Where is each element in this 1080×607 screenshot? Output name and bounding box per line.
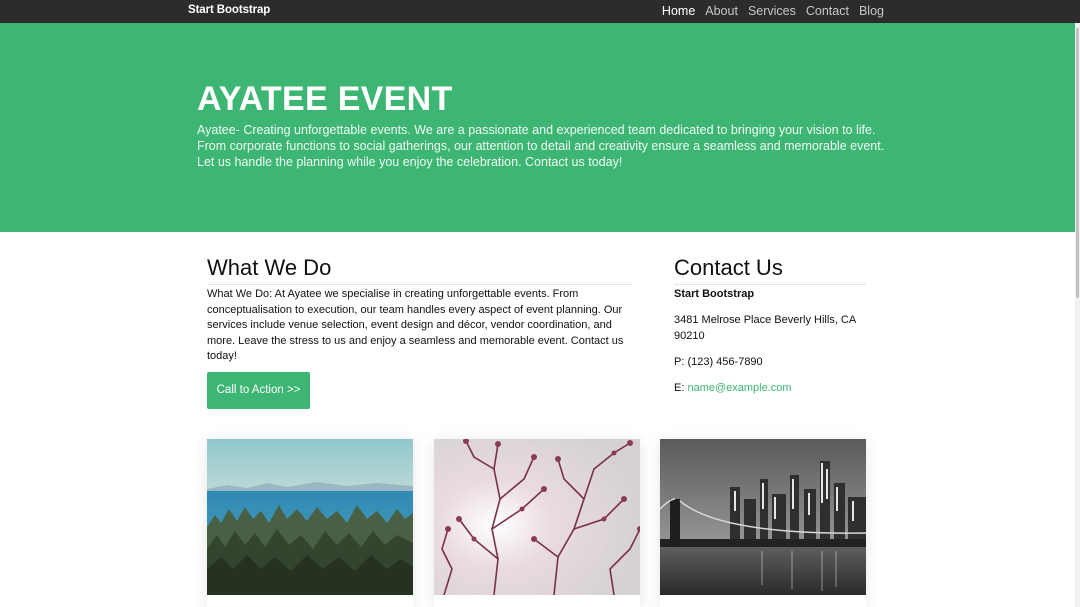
city-bridge-night-photo: [660, 439, 866, 595]
hero-description: Ayatee- Creating unforgettable events. W…: [197, 123, 885, 169]
pink-branches-photo: [434, 439, 640, 596]
nav-link-blog[interactable]: Blog: [859, 4, 884, 19]
navbar-brand[interactable]: Start Bootstrap: [188, 4, 270, 16]
nav-link-contact[interactable]: Contact: [806, 4, 849, 19]
contact-company-name: Start Bootstrap: [674, 288, 755, 300]
contact-phone: P: (123) 456-7890: [674, 356, 763, 369]
hero-banner: AYATEE EVENT Ayatee- Creating unforgetta…: [0, 23, 1075, 232]
contact-email-link[interactable]: name@example.com: [687, 382, 791, 394]
what-we-do-section: What We Do What We Do: At Ayatee we spec…: [207, 255, 632, 365]
contact-email-row: E: name@example.com: [674, 381, 866, 396]
nav-link-services[interactable]: Services: [748, 4, 796, 19]
navbar: Start Bootstrap Home About Services Cont…: [0, 0, 1080, 23]
hero-title: AYATEE EVENT: [197, 80, 453, 118]
card-branches[interactable]: [434, 439, 640, 607]
contact-heading: Contact Us: [674, 255, 866, 285]
forest-lake-photo: [207, 439, 413, 595]
card-forest[interactable]: [207, 439, 413, 607]
contact-email-prefix: E:: [674, 382, 685, 395]
contact-address: 3481 Melrose Place Beverly Hills, CA 902…: [674, 314, 856, 342]
card-city[interactable]: [660, 439, 866, 607]
what-we-do-text: What We Do: At Ayatee we specialise in c…: [207, 288, 624, 363]
call-to-action-button[interactable]: Call to Action >>: [207, 372, 310, 409]
contact-section: Contact Us Start Bootstrap 3481 Melrose …: [674, 255, 866, 396]
nav-link-about[interactable]: About: [705, 4, 738, 19]
nav-link-home[interactable]: Home: [662, 4, 695, 19]
scrollbar-thumb[interactable]: [1076, 28, 1079, 298]
what-we-do-heading: What We Do: [207, 255, 632, 285]
nav-links: Home About Services Contact Blog: [662, 4, 884, 19]
